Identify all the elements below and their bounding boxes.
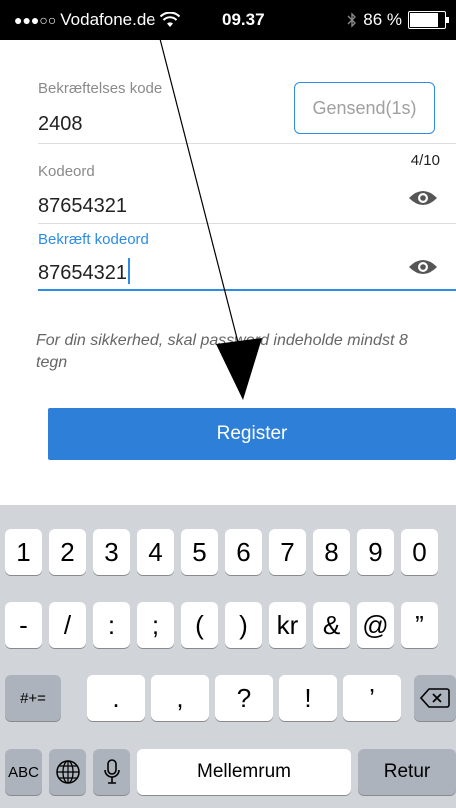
return-key[interactable]: Retur [358, 749, 456, 795]
register-button[interactable]: Register [48, 408, 456, 460]
key-more-symbols[interactable]: #+= [5, 675, 61, 721]
key-slash[interactable]: / [49, 602, 86, 648]
confirm-password-value: 87654321 [38, 262, 127, 284]
wifi-icon [159, 12, 180, 27]
key-1[interactable]: 1 [5, 529, 42, 575]
key-close-paren[interactable]: ) [225, 602, 262, 648]
password-hint: For din sikkerhed, skal password indehol… [36, 332, 408, 371]
key-kr[interactable]: kr [269, 602, 306, 648]
signal-strength-icon: ●●●○○ [14, 12, 57, 28]
key-colon[interactable]: : [93, 602, 130, 648]
password-label: Kodeord [38, 163, 95, 180]
keyboard: 1 2 3 4 5 6 7 8 9 0 - / : ; ( ) kr & @ ”… [0, 505, 456, 808]
key-4[interactable]: 4 [137, 529, 174, 575]
key-semicolon[interactable]: ; [137, 602, 174, 648]
battery-percent: 86 % [363, 10, 402, 29]
confirm-password-field[interactable]: 87654321 [38, 258, 130, 285]
key-6[interactable]: 6 [225, 529, 262, 575]
key-7[interactable]: 7 [269, 529, 306, 575]
dictation-key[interactable] [93, 749, 130, 795]
space-key[interactable]: Mellemrum [137, 749, 351, 795]
confirm-password-underline [38, 289, 456, 291]
key-quote[interactable]: ” [401, 602, 438, 648]
key-question[interactable]: ? [215, 675, 273, 721]
password-counter: 4/10 [410, 152, 440, 169]
key-5[interactable]: 5 [181, 529, 218, 575]
code-field[interactable]: 2408 [38, 113, 83, 136]
code-label: Bekræftelses kode [38, 80, 163, 97]
globe-key[interactable] [49, 749, 86, 795]
key-dash[interactable]: - [5, 602, 42, 648]
key-period[interactable]: . [87, 675, 145, 721]
status-right: 86 % [347, 10, 449, 30]
carrier-info: ●●●○○ Vodafone.de [14, 10, 180, 30]
key-exclamation[interactable]: ! [279, 675, 337, 721]
code-divider [38, 143, 456, 144]
backspace-key[interactable] [414, 675, 456, 721]
key-0[interactable]: 0 [401, 529, 438, 575]
show-password-icon[interactable] [408, 188, 438, 208]
confirm-password-label: Bekræft kodeord [38, 231, 149, 248]
key-8[interactable]: 8 [313, 529, 350, 575]
key-apostrophe[interactable]: ’ [343, 675, 401, 721]
key-3[interactable]: 3 [93, 529, 130, 575]
microphone-icon [103, 759, 120, 784]
text-cursor [127, 258, 130, 284]
show-confirm-password-icon[interactable] [408, 257, 438, 277]
bluetooth-icon [347, 12, 357, 28]
carrier-name: Vodafone.de [60, 10, 156, 29]
password-divider [38, 223, 456, 224]
key-comma[interactable]: , [151, 675, 209, 721]
key-at[interactable]: @ [357, 602, 394, 648]
globe-icon [55, 760, 80, 784]
key-abc[interactable]: ABC [5, 749, 42, 795]
clock: 09.37 [222, 10, 265, 29]
resend-button[interactable]: Gensend(1s) [294, 82, 435, 134]
key-9[interactable]: 9 [357, 529, 394, 575]
key-open-paren[interactable]: ( [181, 602, 218, 648]
backspace-icon [420, 688, 450, 708]
status-bar: ●●●○○ Vodafone.de 09.37 86 % [0, 0, 456, 40]
battery-icon [408, 11, 449, 29]
key-2[interactable]: 2 [49, 529, 86, 575]
password-field[interactable]: 87654321 [38, 195, 127, 218]
key-ampersand[interactable]: & [313, 602, 350, 648]
